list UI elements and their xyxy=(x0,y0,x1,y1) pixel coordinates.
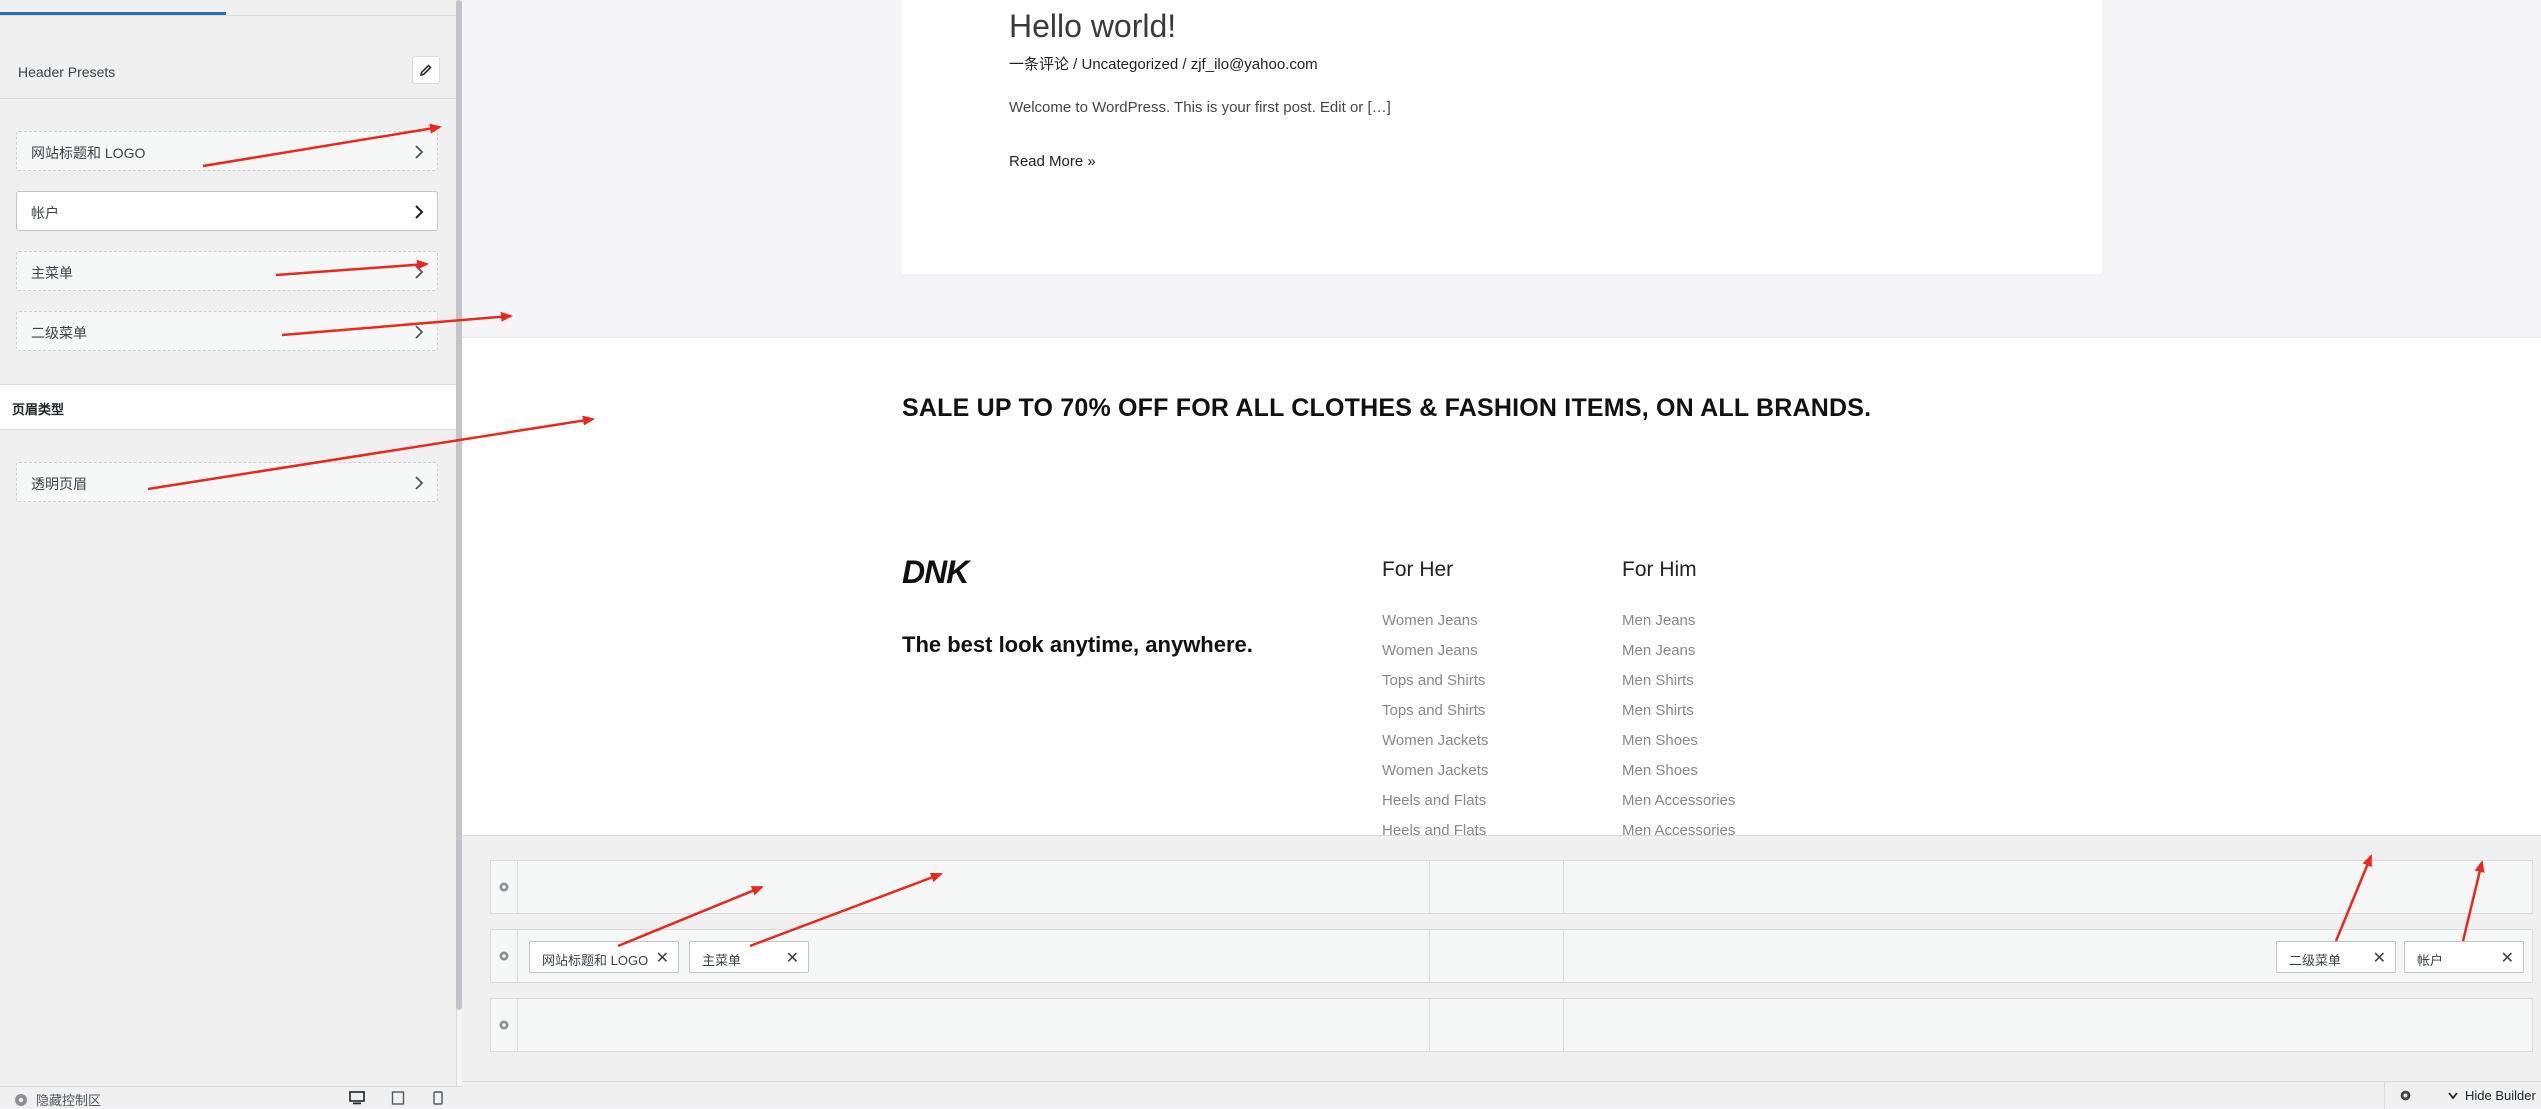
post-excerpt: Welcome to WordPress. This is your first… xyxy=(1009,99,1391,116)
footer-links-him: Men Jeans Men Jeans Men Shirts Men Shirt… xyxy=(1622,611,1735,835)
footer-link[interactable]: Men Jeans xyxy=(1622,641,1735,671)
footer-link[interactable]: Men Jeans xyxy=(1622,611,1735,641)
chevron-right-icon xyxy=(415,325,424,339)
builder-row-above-header xyxy=(490,860,2533,914)
brand-logo[interactable]: DNK xyxy=(902,554,969,591)
footer-link[interactable]: Women Jackets xyxy=(1382,761,1488,791)
builder-chip-account[interactable]: 帐户 ✕ xyxy=(2404,941,2524,973)
sidebar-footer: 隐藏控制区 xyxy=(0,1086,462,1108)
post-title[interactable]: Hello world! xyxy=(1009,8,1176,45)
chip-label: 帐户 xyxy=(2417,953,2444,968)
promo-text: SALE UP TO 70% OFF FOR ALL CLOTHES & FAS… xyxy=(902,394,1872,422)
sidebar-item-primary-menu[interactable]: 主菜单 xyxy=(16,251,438,291)
zone-divider xyxy=(1563,999,1564,1051)
pencil-icon xyxy=(419,64,432,77)
site-preview: Hello world! 一条评论 / Uncategorized / zjf_… xyxy=(462,0,2541,835)
zone-divider xyxy=(1429,930,1430,982)
collapse-label: 隐藏控制区 xyxy=(36,1093,102,1108)
header-presets-label: Header Presets xyxy=(18,64,116,80)
eye-icon xyxy=(15,1093,27,1106)
chevron-right-icon xyxy=(415,476,424,490)
footer-column-title-her: For Her xyxy=(1382,558,1454,581)
promo-banner: SALE UP TO 70% OFF FOR ALL CLOTHES & FAS… xyxy=(462,337,2541,480)
active-tab-indicator[interactable] xyxy=(0,12,226,15)
header-type-section: 页眉类型 xyxy=(0,384,456,430)
sidebar-item-label: 主菜单 xyxy=(31,265,73,281)
row-settings-button[interactable] xyxy=(491,999,518,1051)
sidebar-item-label: 帐户 xyxy=(31,205,59,221)
post-meta: 一条评论 / Uncategorized / zjf_ilo@yahoo.com xyxy=(1009,56,1318,73)
gear-icon xyxy=(499,882,509,892)
footer-link[interactable]: Heels and Flats xyxy=(1382,791,1488,821)
sidebar-item-label: 透明页眉 xyxy=(31,476,87,492)
footer-link[interactable]: Heels and Flats xyxy=(1382,821,1488,835)
gear-icon xyxy=(2400,1090,2410,1101)
post-card: Hello world! 一条评论 / Uncategorized / zjf_… xyxy=(902,0,2102,274)
header-presets-row: Header Presets xyxy=(0,16,456,99)
footer-link[interactable]: Women Jackets xyxy=(1382,731,1488,761)
hide-builder-button[interactable]: Hide Builder xyxy=(2447,1088,2536,1103)
close-icon[interactable]: ✕ xyxy=(2373,948,2386,968)
header-builder: 网站标题和 LOGO ✕ 主菜单 ✕ 二级菜单 ✕ 帐户 ✕ Hide Buil… xyxy=(462,835,2541,1109)
zone-divider xyxy=(1563,930,1564,982)
footer-link[interactable]: Women Jeans xyxy=(1382,611,1488,641)
edit-presets-button[interactable] xyxy=(412,56,440,84)
close-icon[interactable]: ✕ xyxy=(786,948,799,968)
sidebar-item-account[interactable]: 帐户 xyxy=(16,191,438,231)
close-icon[interactable]: ✕ xyxy=(656,948,669,968)
chevron-right-icon xyxy=(415,265,424,279)
footer-link[interactable]: Men Accessories xyxy=(1622,821,1735,835)
site-footer: DNK The best look anytime, anywhere. For… xyxy=(462,479,2541,835)
sidebar-item-transparent-header[interactable]: 透明页眉 xyxy=(16,462,438,502)
collapse-controls-button[interactable]: 隐藏控制区 xyxy=(14,1090,101,1109)
mobile-icon[interactable] xyxy=(433,1091,443,1105)
gear-icon xyxy=(499,1020,509,1030)
sidebar-item-secondary-menu[interactable]: 二级菜单 xyxy=(16,311,438,351)
chip-label: 二级菜单 xyxy=(2289,953,2342,968)
chevron-right-icon xyxy=(415,145,424,159)
customizer-sidebar: Header Presets 网站标题和 LOGO 帐户 主菜单 二级菜单 页眉… xyxy=(0,0,457,1107)
builder-footer: Hide Builder xyxy=(462,1081,2541,1109)
builder-chip-secondary-menu[interactable]: 二级菜单 ✕ xyxy=(2276,941,2396,973)
footer-link[interactable]: Men Shoes xyxy=(1622,761,1735,791)
zone-divider xyxy=(1429,861,1430,913)
tablet-icon[interactable] xyxy=(391,1091,405,1105)
chip-label: 网站标题和 LOGO xyxy=(542,953,649,968)
zone-divider xyxy=(1563,861,1564,913)
footer-link[interactable]: Men Accessories xyxy=(1622,791,1735,821)
footer-links-her: Women Jeans Women Jeans Tops and Shirts … xyxy=(1382,611,1488,835)
sidebar-item-label: 二级菜单 xyxy=(31,325,87,341)
close-icon[interactable]: ✕ xyxy=(2501,948,2514,968)
builder-row-below-header xyxy=(490,998,2533,1052)
zone-divider xyxy=(1429,999,1430,1051)
builder-chip-primary-menu[interactable]: 主菜单 ✕ xyxy=(689,941,809,973)
footer-tagline: The best look anytime, anywhere. xyxy=(902,632,1253,657)
footer-column-title-him: For Him xyxy=(1622,558,1697,581)
footer-link[interactable]: Men Shoes xyxy=(1622,731,1735,761)
footer-link[interactable]: Men Shirts xyxy=(1622,701,1735,731)
chip-label: 主菜单 xyxy=(702,953,742,968)
footer-link[interactable]: Tops and Shirts xyxy=(1382,671,1488,701)
footer-link[interactable]: Tops and Shirts xyxy=(1382,701,1488,731)
gear-icon xyxy=(499,951,509,961)
chevron-down-icon xyxy=(2448,1091,2458,1099)
row-settings-button[interactable] xyxy=(491,930,518,982)
builder-row-primary-header: 网站标题和 LOGO ✕ 主菜单 ✕ 二级菜单 ✕ 帐户 ✕ xyxy=(490,929,2533,983)
sidebar-item-site-title-logo[interactable]: 网站标题和 LOGO xyxy=(16,131,438,171)
read-more-link[interactable]: Read More » xyxy=(1009,153,1096,170)
sidebar-item-label: 网站标题和 LOGO xyxy=(31,145,146,161)
hide-builder-label: Hide Builder xyxy=(2465,1088,2536,1103)
builder-chip-site-title-logo[interactable]: 网站标题和 LOGO ✕ xyxy=(529,941,679,973)
row-settings-button[interactable] xyxy=(491,861,518,913)
section-title: 页眉类型 xyxy=(12,402,65,417)
chevron-right-icon xyxy=(415,205,424,219)
sidebar-tab-bar xyxy=(0,0,456,16)
desktop-icon[interactable] xyxy=(349,1091,365,1105)
footer-link[interactable]: Women Jeans xyxy=(1382,641,1488,671)
footer-link[interactable]: Men Shirts xyxy=(1622,671,1735,701)
builder-settings-button[interactable] xyxy=(2384,1082,2425,1109)
